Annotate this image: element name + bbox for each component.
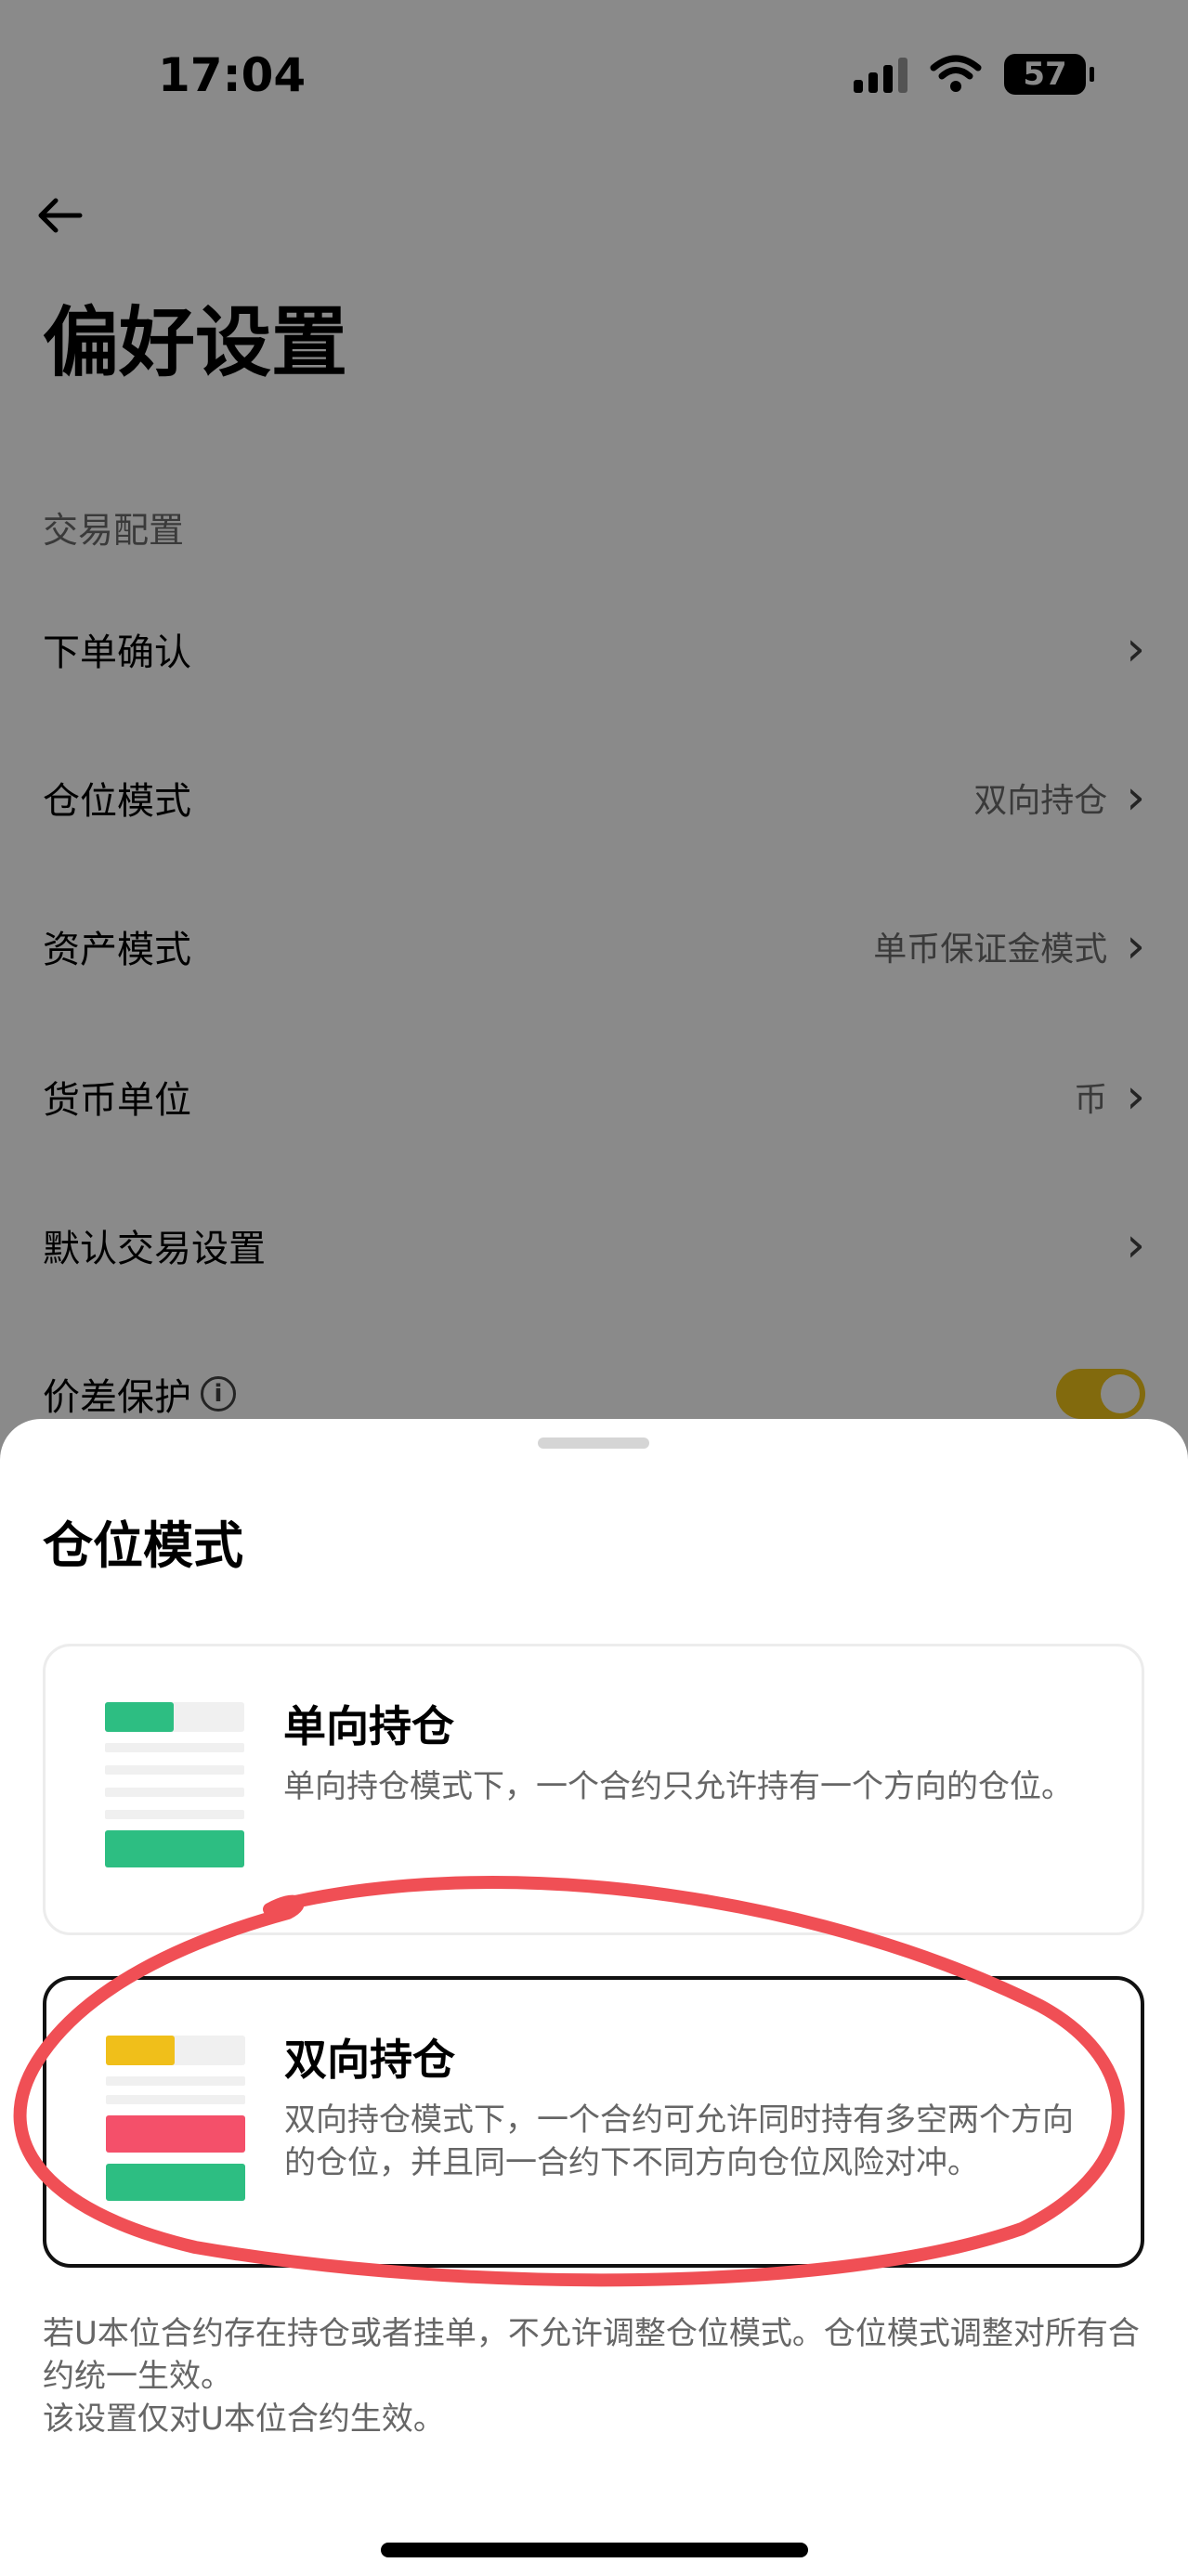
option-description: 双向持仓模式下，一个合约可允许同时持有多空两个方向的仓位，并且同一合约下不同方向… (284, 2101, 1074, 2181)
sheet-drag-handle[interactable] (538, 1438, 649, 1449)
sheet-note: 若U本位合约存在持仓或者挂单，不允许调整仓位模式。仓位模式调整对所有合约统一生效… (43, 2312, 1148, 2440)
option-one-way[interactable]: 单向持仓 单向持仓模式下，一个合约只允许持有一个方向的仓位。 (43, 1644, 1144, 1935)
position-mode-sheet: 仓位模式 单向持仓 单向持仓模式下，一个合约只允许持有一个方向的仓位。 双向持仓… (0, 1419, 1188, 2576)
option-title: 双向持仓 (284, 2035, 455, 2085)
option-hedge-mode[interactable]: 双向持仓 双向持仓模式下，一个合约可允许同时持有多空两个方向的仓位，并且同一合约… (43, 1976, 1144, 2268)
option-title: 单向持仓 (283, 1701, 454, 1751)
sheet-title: 仓位模式 (43, 1516, 243, 1575)
note-line: 该设置仅对U本位合约生效。 (43, 2400, 445, 2438)
home-indicator (381, 2543, 808, 2557)
note-line: 若U本位合约存在持仓或者挂单，不允许调整仓位模式。仓位模式调整对所有合约统一生效… (43, 2315, 1140, 2395)
option-description: 单向持仓模式下，一个合约只允许持有一个方向的仓位。 (283, 1768, 1073, 1805)
